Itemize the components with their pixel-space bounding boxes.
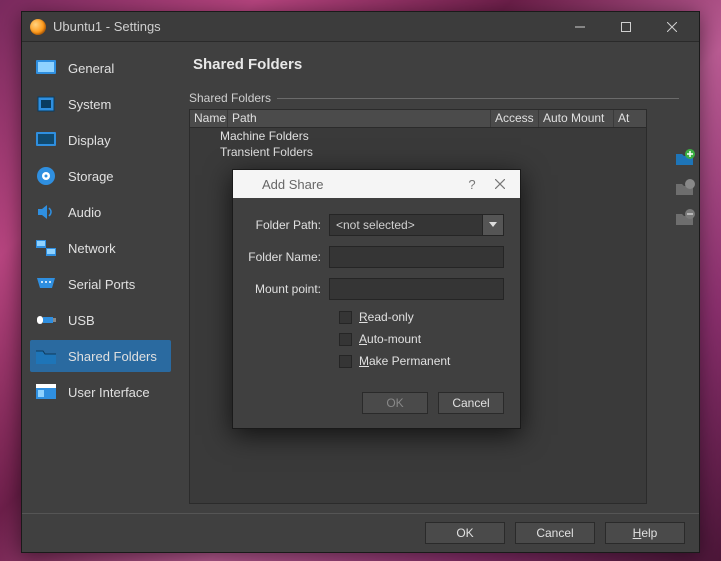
col-access[interactable]: Access [491,110,539,127]
help-icon[interactable]: ? [458,177,486,192]
remove-folder-button[interactable] [675,208,695,228]
sidebar-item-label: Network [68,241,116,256]
sidebar-item-label: USB [68,313,95,328]
sidebar-item-storage[interactable]: Storage [30,160,171,192]
disk-icon [34,166,58,186]
sidebar-item-shared-folders[interactable]: Shared Folders [30,340,171,372]
minimize-button[interactable] [557,12,603,42]
add-share-dialog: Add Share ? Folder Path: <not selected> … [232,169,521,429]
permanent-label: Make Permanent [359,354,450,368]
folder-name-label: Folder Name: [243,250,329,264]
col-at[interactable]: At [614,110,646,127]
folder-tools [673,148,697,228]
help-button[interactable]: Help [605,522,685,544]
group-label: Shared Folders [189,91,679,105]
permanent-checkbox[interactable] [339,355,352,368]
speaker-icon [34,202,58,222]
sidebar-item-display[interactable]: Display [30,124,171,156]
close-button[interactable] [649,12,695,42]
usb-icon [34,310,58,330]
sidebar-item-label: General [68,61,114,76]
maximize-button[interactable] [603,12,649,42]
sidebar-item-general[interactable]: General [30,52,171,84]
sidebar-item-serial-ports[interactable]: Serial Ports [30,268,171,300]
ui-icon [34,382,58,402]
sidebar-item-label: System [68,97,111,112]
sidebar-item-label: Shared Folders [68,349,157,364]
dialog-title: Add Share [262,177,458,192]
folder-name-input[interactable] [329,246,504,268]
dialog-titlebar[interactable]: Add Share ? [233,170,520,198]
mount-point-label: Mount point: [243,282,329,296]
table-row[interactable]: Machine Folders [190,128,646,144]
window-title: Ubuntu1 - Settings [53,19,557,34]
network-icon [34,238,58,258]
dialog-cancel-button[interactable]: Cancel [438,392,504,414]
add-folder-button[interactable] [675,148,695,168]
folder-path-label: Folder Path: [243,218,329,232]
virtualbox-icon [30,19,46,35]
folder-path-combo[interactable]: <not selected> [329,214,482,236]
folder-path-dropdown[interactable] [482,214,504,236]
sidebar-item-label: Serial Ports [68,277,135,292]
cancel-button[interactable]: Cancel [515,522,595,544]
readonly-label: Read-only [359,310,414,324]
dialog-footer: OK Cancel Help [22,513,699,552]
col-path[interactable]: Path [228,110,491,127]
dialog-ok-button[interactable]: OK [362,392,428,414]
page-title: Shared Folders [193,56,679,73]
sidebar-item-label: Display [68,133,111,148]
sidebar-item-label: Audio [68,205,101,220]
col-automount[interactable]: Auto Mount [539,110,614,127]
virtualbox-icon [241,177,255,191]
sidebar-item-label: User Interface [68,385,150,400]
table-header: Name Path Access Auto Mount At [190,110,646,128]
settings-sidebar: General System Display Storage Audio Net… [22,42,177,513]
sidebar-item-audio[interactable]: Audio [30,196,171,228]
titlebar[interactable]: Ubuntu1 - Settings [22,12,699,42]
ok-button[interactable]: OK [425,522,505,544]
display-icon [34,130,58,150]
sidebar-item-network[interactable]: Network [30,232,171,264]
folder-icon [34,346,58,366]
sidebar-item-system[interactable]: System [30,88,171,120]
sidebar-item-label: Storage [68,169,114,184]
automount-label: Auto-mount [359,332,421,346]
monitor-icon [34,58,58,78]
sidebar-item-usb[interactable]: USB [30,304,171,336]
table-row[interactable]: Transient Folders [190,144,646,160]
chip-icon [34,94,58,114]
col-name[interactable]: Name [190,110,228,127]
sidebar-item-user-interface[interactable]: User Interface [30,376,171,408]
mount-point-input[interactable] [329,278,504,300]
serial-port-icon [34,274,58,294]
readonly-checkbox[interactable] [339,311,352,324]
edit-folder-button[interactable] [675,178,695,198]
close-icon[interactable] [486,177,514,192]
automount-checkbox[interactable] [339,333,352,346]
